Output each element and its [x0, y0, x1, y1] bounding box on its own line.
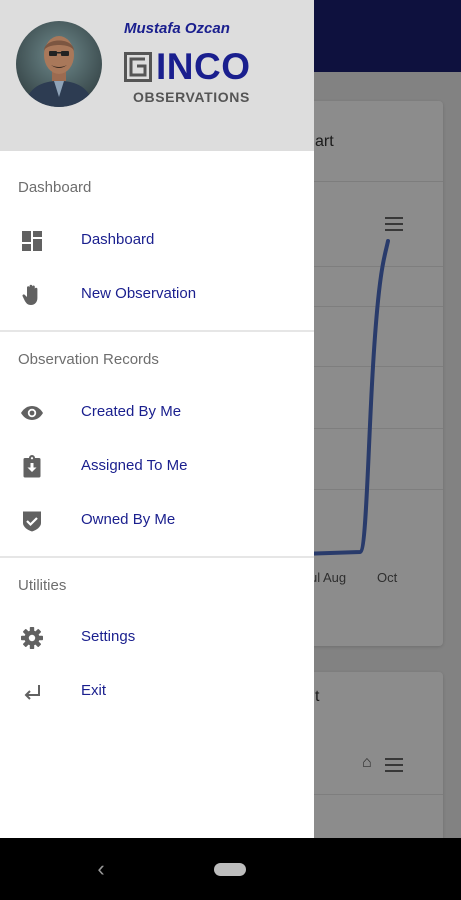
- nav-item-settings[interactable]: Settings: [0, 613, 314, 663]
- drawer-header: Mustafa Ozcan INCO OBSERVATIONS: [0, 0, 314, 151]
- home-button[interactable]: [214, 863, 246, 876]
- dashboard-icon: [22, 231, 42, 251]
- nav-item-owned-by-me[interactable]: Owned By Me: [0, 496, 314, 546]
- section-label-observation-records: Observation Records: [18, 351, 159, 368]
- back-button[interactable]: ‹: [91, 856, 111, 882]
- section-divider: [0, 556, 314, 558]
- nav-item-label: Settings: [81, 628, 136, 645]
- company-logo: INCO: [124, 48, 251, 86]
- gear-icon: [21, 627, 43, 649]
- logo-mark-icon: [124, 52, 152, 82]
- avatar[interactable]: [16, 21, 102, 107]
- section-label-utilities: Utilities: [18, 577, 67, 594]
- nav-item-exit[interactable]: Exit: [0, 667, 314, 717]
- navigation-drawer: Mustafa Ozcan INCO OBSERVATIONS Dashboar…: [0, 0, 314, 838]
- logo-subtitle: OBSERVATIONS: [133, 89, 250, 105]
- nav-item-created-by-me[interactable]: Created By Me: [0, 388, 314, 438]
- nav-item-label: Dashboard: [81, 231, 155, 248]
- eye-icon: [21, 406, 43, 420]
- clipboard-download-icon: [23, 455, 41, 478]
- logo-text: INCO: [156, 46, 251, 87]
- nav-item-label: Created By Me: [81, 403, 182, 420]
- hand-icon: [22, 284, 38, 305]
- user-name: Mustafa Ozcan: [124, 20, 230, 37]
- nav-item-label: Owned By Me: [81, 511, 176, 528]
- shield-check-icon: [23, 511, 41, 532]
- nav-item-label: Assigned To Me: [81, 457, 188, 474]
- nav-item-assigned-to-me[interactable]: Assigned To Me: [0, 442, 314, 492]
- nav-item-dashboard[interactable]: Dashboard: [0, 216, 314, 266]
- return-arrow-icon: [24, 685, 40, 700]
- nav-item-new-observation[interactable]: New Observation: [0, 270, 314, 320]
- nav-item-label: New Observation: [81, 285, 197, 302]
- nav-item-label: Exit: [81, 682, 107, 699]
- section-divider: [0, 330, 314, 332]
- section-label-dashboard: Dashboard: [18, 179, 92, 196]
